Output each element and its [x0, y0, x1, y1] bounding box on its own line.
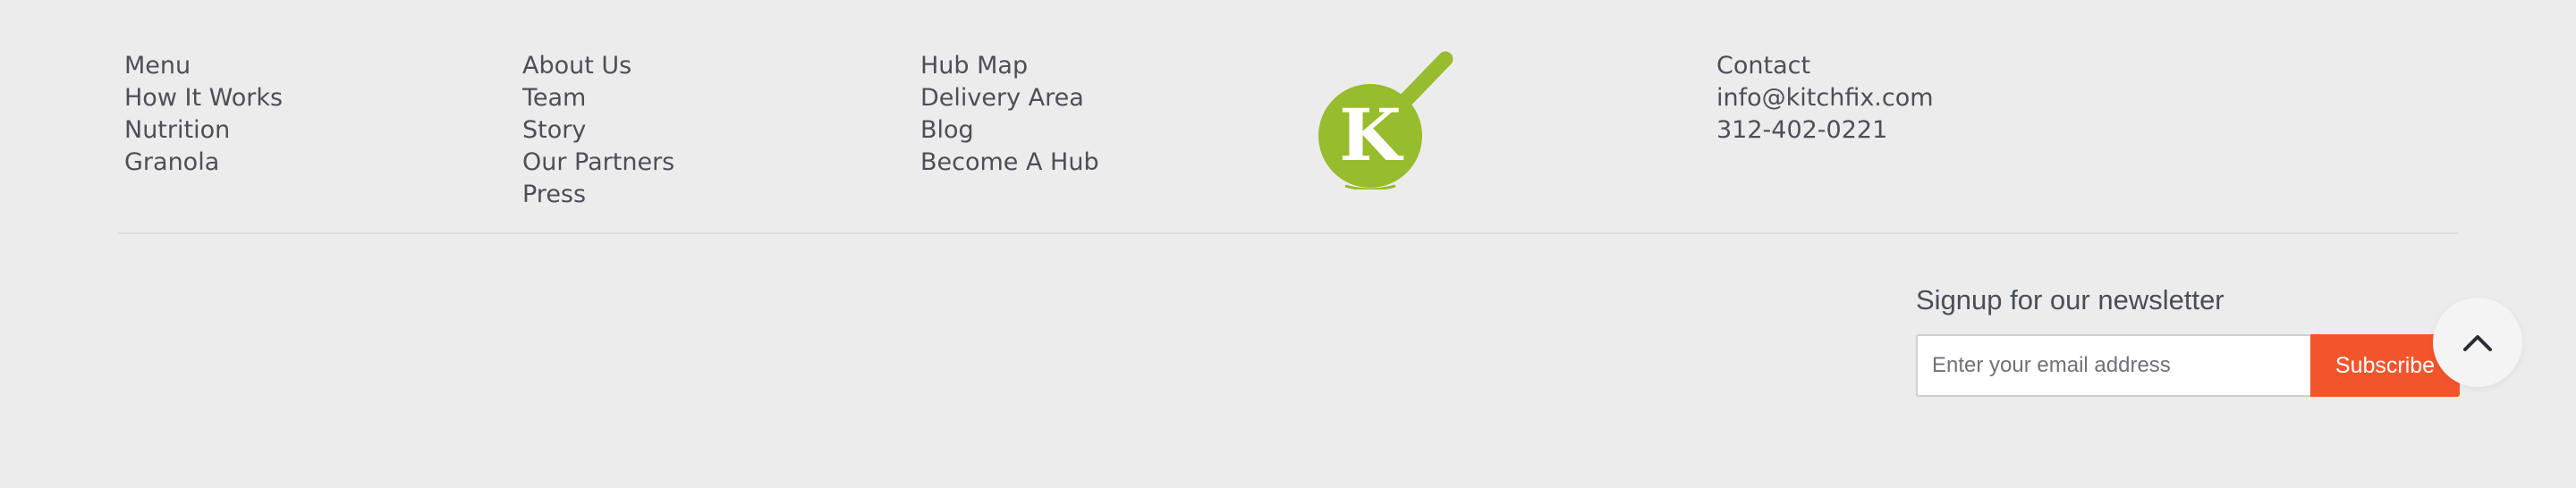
footer-link-press[interactable]: Press	[522, 179, 674, 211]
footer-link-how-it-works[interactable]: How It Works	[124, 82, 283, 114]
footer-contact-email[interactable]: info@kitchfix.com	[1716, 82, 1934, 114]
footer-link-about-us[interactable]: About Us	[522, 50, 674, 82]
footer-contact-phone[interactable]: 312-402-0221	[1716, 114, 1934, 147]
footer-menu-column: Menu How It Works Nutrition Granola	[124, 50, 283, 179]
footer-link-our-partners[interactable]: Our Partners	[522, 147, 674, 179]
footer-link-team[interactable]: Team	[522, 82, 674, 114]
footer-divider	[118, 232, 2458, 234]
kitchfix-logo-icon[interactable]: K	[1313, 50, 1458, 191]
footer-contact-column: Contact info@kitchfix.com 312-402-0221	[1716, 50, 1934, 147]
footer-link-nutrition[interactable]: Nutrition	[124, 114, 283, 147]
svg-text:K: K	[1339, 93, 1403, 177]
footer-link-hub-map[interactable]: Hub Map	[920, 50, 1099, 82]
footer-contact-heading[interactable]: Contact	[1716, 50, 1934, 82]
footer-about-column: About Us Team Story Our Partners Press	[522, 50, 674, 211]
footer-link-granola[interactable]: Granola	[124, 147, 283, 179]
footer-link-menu[interactable]: Menu	[124, 50, 283, 82]
scroll-to-top-button[interactable]	[2433, 298, 2522, 387]
footer-link-become-a-hub[interactable]: Become A Hub	[920, 147, 1099, 179]
footer-hub-column: Hub Map Delivery Area Blog Become A Hub	[920, 50, 1099, 179]
footer-link-blog[interactable]: Blog	[920, 114, 1099, 147]
footer-link-story[interactable]: Story	[522, 114, 674, 147]
newsletter-title: Signup for our newsletter	[1916, 284, 2224, 316]
newsletter-email-input[interactable]	[1916, 334, 2310, 397]
footer-link-delivery-area[interactable]: Delivery Area	[920, 82, 1099, 114]
chevron-up-icon	[2462, 332, 2493, 352]
